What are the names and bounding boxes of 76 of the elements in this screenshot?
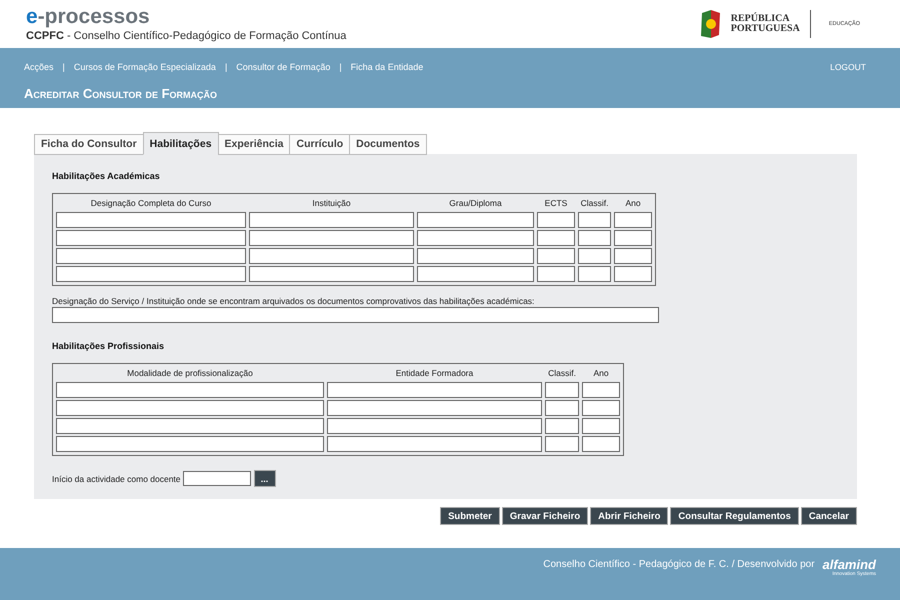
table-input-field[interactable] [327,418,542,434]
table-input-field[interactable] [614,212,652,228]
table-input-field[interactable] [545,436,579,452]
action-button[interactable]: Abrir Ficheiro [590,507,668,525]
flag-emblem-icon [698,10,721,38]
section-heading: Habilitações Profissionais [52,341,166,351]
action-button[interactable]: Consultar Regulamentos [670,507,799,525]
app-subtitle: CCPFC - Conselho Científico-Pedagógico de Formação Contínua [26,30,346,42]
table-input-field[interactable] [249,266,414,282]
tab[interactable]: Documentos [349,134,427,155]
table-input-field[interactable] [614,230,652,246]
tab[interactable]: Experiência [218,134,290,155]
column-header: Instituição [311,197,352,210]
table-input-field[interactable] [417,212,534,228]
table-input-field[interactable] [249,248,414,264]
table-input-field[interactable] [614,266,652,282]
column-header: Grau/Diploma [448,197,503,210]
date-input-field[interactable] [182,471,251,486]
column-header: Classif. [547,367,577,380]
table-input-field[interactable] [537,230,575,246]
column-header: Classif. [580,197,610,210]
table-input-field[interactable] [56,248,246,264]
table-input-field[interactable] [582,400,620,416]
column-header: ECTS [544,197,568,210]
action-button[interactable]: Gravar Ficheiro [502,507,588,525]
table-input-field[interactable] [582,382,620,398]
field-label: Designação do Serviço / Instituição onde se encontram arquivados os documentos comprovativos das habilitações académicas: [52,296,536,306]
table-input-field[interactable] [417,230,534,246]
table-input-field[interactable] [56,436,324,452]
page-title: Acreditar Consultor de Formação [24,86,218,101]
table-input-field[interactable] [578,212,611,228]
column-header: Ano [592,367,610,380]
table-input-field[interactable] [578,248,611,264]
table-input-field[interactable] [537,212,575,228]
table-input-field[interactable] [56,230,246,246]
table-input-field[interactable] [417,248,534,264]
tab[interactable]: Ficha do Consultor [34,134,144,155]
app-logo: e-processos [26,6,151,26]
table-input-field[interactable] [578,230,611,246]
section-heading: Habilitações Académicas [52,171,161,181]
footer-text: Conselho Científico - Pedagógico de F. C. / Desenvolvido por [543,559,815,570]
field-label: Início da actividade como docente [52,474,181,484]
table-input-field[interactable] [56,212,246,228]
table-input-field[interactable] [614,248,652,264]
table-input-field[interactable] [417,266,534,282]
table-input-field[interactable] [56,266,246,282]
tab[interactable]: Currículo [289,134,350,155]
archive-input-field[interactable] [52,307,659,323]
date-picker-button[interactable]: ... [254,470,276,487]
table-input-field[interactable] [582,436,620,452]
column-header: Modalidade de profissionalização [126,367,254,380]
table-input-field[interactable] [578,266,611,282]
nav-separator: | [62,62,65,72]
table-input-field[interactable] [327,436,542,452]
government-logo-text: REPÚBLICA PORTUGUESA [730,14,800,34]
column-header: Ano [624,197,642,210]
table-input-field[interactable] [327,400,542,416]
table-input-field[interactable] [537,248,575,264]
table-input-field[interactable] [56,400,324,416]
action-button[interactable]: Cancelar [800,507,857,525]
nav-separator: | [224,62,228,72]
table-input-field[interactable] [545,418,579,434]
table-input-field[interactable] [56,382,324,398]
table-input-field[interactable] [327,382,542,398]
table-input-field[interactable] [545,400,579,416]
column-header: Designação Completa do Curso [90,197,212,210]
table-input-field[interactable] [537,266,575,282]
action-button[interactable]: Submeter [440,507,500,525]
table-input-field[interactable] [56,418,324,434]
table-input-field[interactable] [249,230,414,246]
table-input-field[interactable] [249,212,414,228]
tab[interactable]: Habilitações [142,132,219,155]
nav-separator: | [339,62,342,72]
table-input-field[interactable] [582,418,620,434]
column-header: Entidade Formadora [394,367,474,380]
table-input-field[interactable] [545,382,579,398]
